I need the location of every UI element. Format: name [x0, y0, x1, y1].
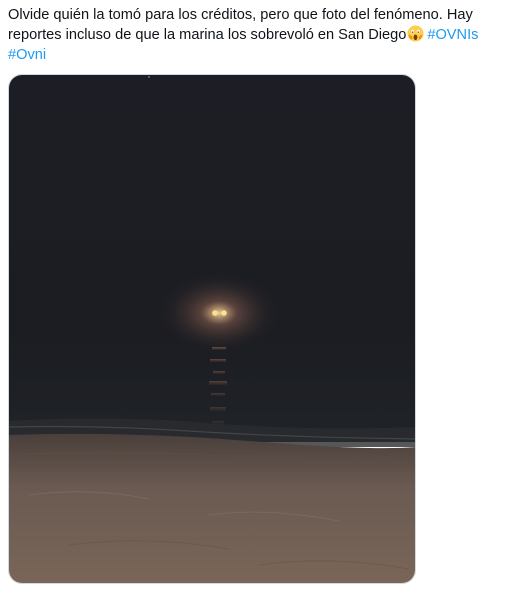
ufo-light-right: [221, 310, 227, 316]
tweet-text-line-2: reportes incluso de que la marina los so…: [8, 27, 407, 43]
light-glow: [159, 273, 279, 353]
tweet: Olvide quién la tomó para los créditos, …: [0, 0, 507, 596]
tweet-text: Olvide quién la tomó para los créditos, …: [8, 5, 498, 65]
tweet-text-line-2-container: reportes incluso de que la marina los so…: [8, 25, 498, 45]
beach-sand: [9, 433, 415, 583]
ufo-light-left: [212, 310, 218, 316]
hashtag-ovnis-link[interactable]: #OVNIs: [427, 27, 478, 43]
night-beach-photo: [9, 75, 415, 583]
tweet-text-line-1: Olvide quién la tomó para los créditos, …: [8, 7, 473, 23]
hashtag-ovni-link[interactable]: #Ovni: [8, 47, 46, 63]
tweet-text-line-3: #Ovni: [8, 45, 498, 65]
scream-emoji-icon: [407, 25, 424, 42]
tweet-media-photo[interactable]: [8, 74, 416, 584]
